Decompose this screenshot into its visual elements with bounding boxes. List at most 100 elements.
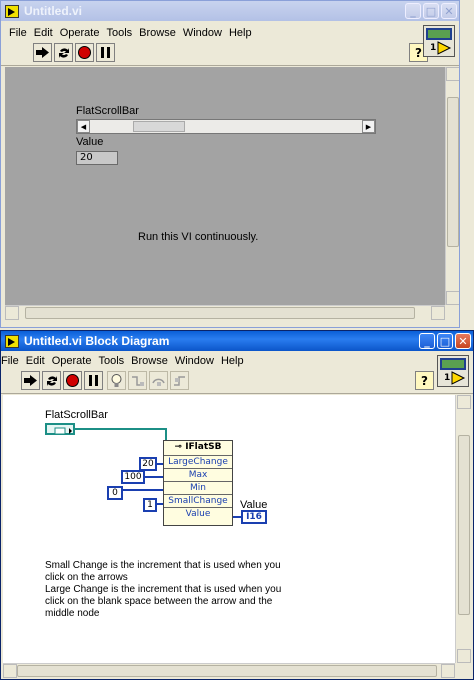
scroll-left-arrow[interactable]: ◀ — [77, 120, 90, 133]
bd-menu-help[interactable]: Help — [221, 355, 244, 367]
property-value[interactable]: Value — [164, 507, 232, 520]
value-indicator-terminal[interactable]: I16 — [241, 510, 267, 524]
scroll-left-arrow-fp[interactable] — [5, 306, 19, 320]
min-constant[interactable]: 0 — [107, 486, 123, 500]
block-diagram-titlebar[interactable]: Untitled.vi Block Diagram _ □ ✕ — [1, 331, 473, 351]
labview-vi-icon-diagram — [5, 334, 19, 348]
scroll-right-arrow-fp[interactable] — [431, 306, 445, 320]
labview-vi-icon — [5, 4, 19, 18]
front-panel-title: Untitled.vi — [24, 4, 83, 18]
menu-file[interactable]: File — [9, 27, 27, 39]
reference-wire — [75, 428, 167, 430]
bd-menu-operate[interactable]: Operate — [52, 355, 92, 367]
bd-scroll-right-arrow[interactable] — [441, 664, 455, 678]
property-min[interactable]: Min — [164, 481, 232, 494]
max-constant[interactable]: 100 — [121, 470, 145, 484]
block-diagram-title: Untitled.vi Block Diagram — [24, 334, 170, 348]
small-change-constant[interactable]: 1 — [143, 498, 157, 512]
max-wire — [145, 476, 163, 478]
bd-scroll-up-arrow[interactable] — [457, 395, 471, 409]
min-wire — [123, 489, 163, 491]
bd-run-continuously-button[interactable] — [42, 371, 61, 390]
bd-vi-connector-icon[interactable]: 1 — [437, 355, 469, 387]
large-change-constant[interactable]: 20 — [139, 457, 157, 471]
front-panel-vertical-scrollbar[interactable] — [445, 67, 459, 305]
instruction-text: Run this VI continuously. — [138, 231, 259, 243]
block-diagram-vertical-scrollbar[interactable] — [455, 395, 472, 663]
scroll-up-arrow[interactable] — [446, 67, 459, 81]
stop-sign-icon — [78, 46, 91, 59]
bd-run-button[interactable] — [21, 371, 40, 390]
bd-horizontal-scroll-thumb[interactable] — [17, 665, 437, 677]
highlight-execution-button[interactable] — [107, 371, 126, 390]
property-node-header: ⊸ IFlatSB — [164, 441, 232, 455]
scroll-down-arrow[interactable] — [446, 291, 459, 305]
context-help-icon: ? — [415, 45, 422, 60]
bd-menu-browse[interactable]: Browse — [131, 355, 168, 367]
property-small-change[interactable]: SmallChange — [164, 494, 232, 507]
close-button[interactable]: ✕ — [441, 3, 457, 19]
front-panel-menubar: File Edit Operate Tools Browse Window He… — [9, 25, 459, 41]
front-panel-area: FlatScrollBar ◀ ▶ Value 20 Run this VI c… — [5, 67, 445, 305]
front-panel-horizontal-scrollbar[interactable] — [5, 305, 445, 320]
run-arrow-icon — [24, 375, 37, 386]
front-panel-titlebar[interactable]: Untitled.vi _ □ ✕ — [1, 1, 459, 21]
bd-menu-edit[interactable]: Edit — [26, 355, 45, 367]
run-button[interactable] — [33, 43, 52, 62]
flat-scrollbar-label: FlatScrollBar — [76, 105, 139, 117]
connector-number: 1 — [430, 43, 437, 53]
minimize-button[interactable]: _ — [405, 3, 421, 19]
bd-scroll-left-arrow[interactable] — [3, 664, 17, 678]
block-diagram-toolbar: ? — [1, 369, 473, 394]
block-diagram-window: Untitled.vi Block Diagram _ □ ✕ File Edi… — [0, 330, 474, 680]
scroll-right-arrow[interactable]: ▶ — [362, 120, 375, 133]
block-diagram-horizontal-scrollbar[interactable] — [3, 663, 455, 678]
bd-menu-file[interactable]: File — [1, 355, 19, 367]
pause-icon — [101, 47, 110, 58]
abort-button[interactable] — [75, 43, 94, 62]
block-diagram-area: FlatScrollBar ⊸ IFlatSB LargeChange Max … — [3, 395, 455, 663]
horizontal-scroll-thumb[interactable] — [25, 307, 415, 319]
close-button-diagram[interactable]: ✕ — [455, 333, 471, 349]
maximize-button-diagram[interactable]: □ — [437, 333, 453, 349]
flat-scrollbar-control[interactable]: ◀ ▶ — [76, 119, 376, 134]
property-node[interactable]: ⊸ IFlatSB LargeChange Max Min SmallChang… — [163, 440, 233, 526]
pause-button[interactable] — [96, 43, 115, 62]
bd-menu-tools[interactable]: Tools — [98, 355, 124, 367]
front-panel-window: Untitled.vi _ □ ✕ File Edit Operate Tool… — [0, 0, 460, 328]
lightbulb-icon — [111, 373, 122, 387]
bd-context-help-button[interactable]: ? — [415, 371, 434, 390]
flatscrollbar-terminal-label: FlatScrollBar — [45, 409, 108, 421]
bd-abort-button[interactable] — [63, 371, 82, 390]
step-out-icon — [173, 375, 185, 386]
property-node-class: IFlatSB — [185, 442, 222, 452]
value-indicator: 20 — [76, 151, 118, 165]
menu-help[interactable]: Help — [229, 27, 252, 39]
menu-operate[interactable]: Operate — [60, 27, 100, 39]
menu-tools[interactable]: Tools — [106, 27, 132, 39]
bd-menu-window[interactable]: Window — [175, 355, 214, 367]
run-continuously-icon — [58, 47, 69, 58]
bd-scroll-down-arrow[interactable] — [457, 649, 471, 663]
bd-pause-button[interactable] — [84, 371, 103, 390]
property-large-change[interactable]: LargeChange — [164, 455, 232, 468]
menu-browse[interactable]: Browse — [139, 27, 176, 39]
menu-edit[interactable]: Edit — [34, 27, 53, 39]
step-out-button[interactable] — [170, 371, 189, 390]
connector-pane-icon — [426, 28, 452, 55]
diagram-comment: Small Change is the increment that is us… — [45, 560, 282, 619]
bd-vertical-scroll-thumb[interactable] — [458, 435, 470, 615]
pause-icon — [89, 375, 98, 386]
i16-type-label: I16 — [246, 512, 262, 522]
property-max[interactable]: Max — [164, 468, 232, 481]
menu-window[interactable]: Window — [183, 27, 222, 39]
vertical-scroll-thumb[interactable] — [447, 97, 459, 247]
scroll-middle-node[interactable] — [133, 121, 185, 132]
run-continuously-button[interactable] — [54, 43, 73, 62]
flatscrollbar-terminal[interactable] — [45, 423, 75, 435]
step-into-button[interactable] — [128, 371, 147, 390]
maximize-button[interactable]: □ — [423, 3, 439, 19]
minimize-button-diagram[interactable]: _ — [419, 333, 435, 349]
step-over-button[interactable] — [149, 371, 168, 390]
vi-connector-icon[interactable]: 1 — [423, 25, 455, 57]
